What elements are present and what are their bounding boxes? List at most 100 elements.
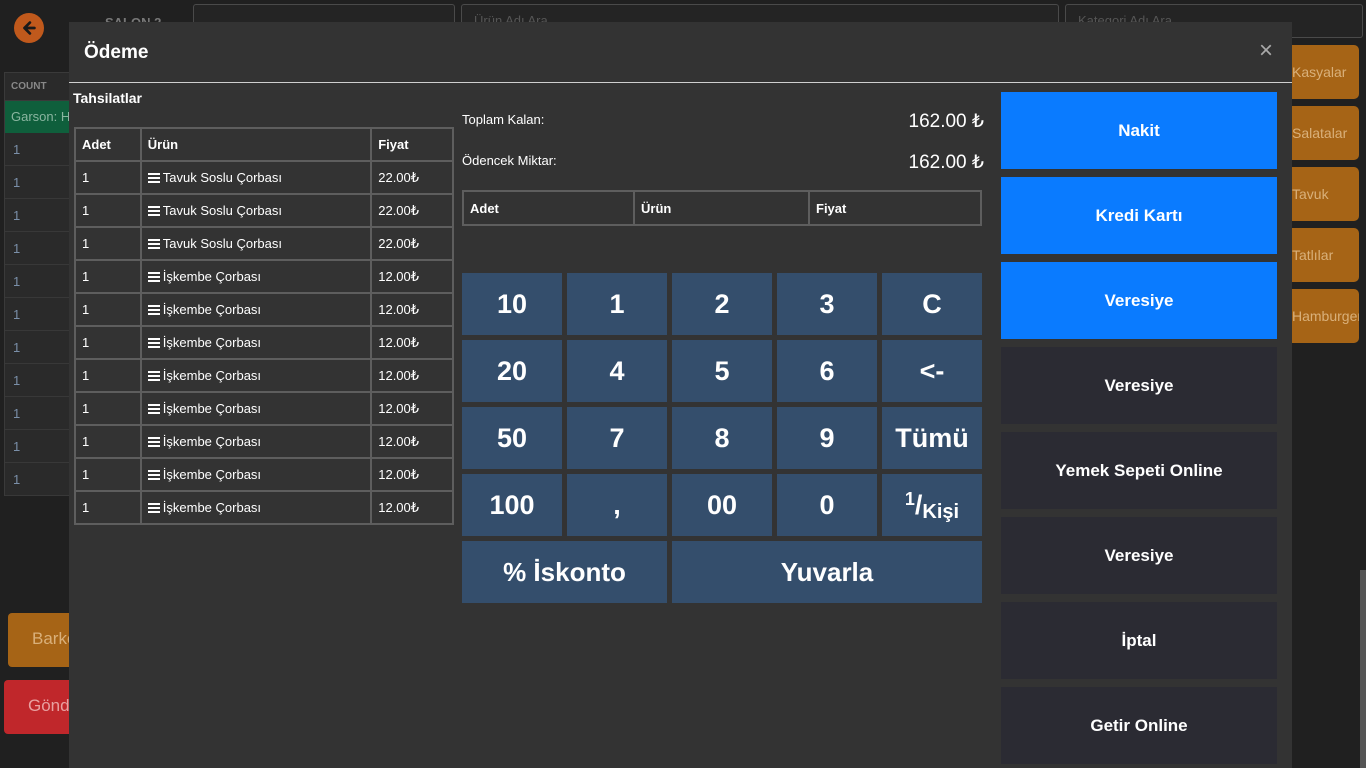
menu-lines-icon (147, 272, 160, 282)
item-product: İşkembe Çorbası (139, 391, 373, 426)
item-product: İşkembe Çorbası (139, 259, 373, 294)
key-4[interactable]: 4 (567, 340, 667, 402)
key-9[interactable]: 9 (777, 407, 877, 469)
item-name: Tavuk Soslu Çorbası (162, 170, 283, 185)
key-00[interactable]: 00 (672, 474, 772, 536)
item-quantity: 1 (74, 292, 142, 327)
backspace-key[interactable]: <- (882, 340, 982, 402)
item-quantity: 1 (74, 160, 142, 195)
table-row[interactable]: 1 Tavuk Soslu Çorbası 22.00₺ (74, 226, 454, 261)
key-2[interactable]: 2 (672, 273, 772, 335)
table-row[interactable]: 1 İşkembe Çorbası 12.00₺ (74, 490, 454, 525)
scrollbar[interactable] (1360, 570, 1366, 768)
arrow-left-icon (23, 21, 36, 35)
item-name: İşkembe Çorbası (162, 269, 262, 284)
item-price: 12.00₺ (370, 424, 454, 459)
item-product: Tavuk Soslu Çorbası (139, 193, 373, 228)
payment-method-button[interactable]: Yemek Sepeti Online (1001, 432, 1277, 509)
clear-key[interactable]: C (882, 273, 982, 335)
count-row: 1 (5, 166, 69, 199)
send-button[interactable]: Gönder (4, 680, 74, 734)
table-row[interactable]: 1 İşkembe Çorbası 12.00₺ (74, 457, 454, 492)
per-person-slash: / (914, 489, 923, 520)
item-price: 12.00₺ (370, 292, 454, 327)
key-7[interactable]: 7 (567, 407, 667, 469)
back-button[interactable] (14, 13, 44, 43)
payment-method-button[interactable]: Veresiye (1001, 347, 1277, 424)
items-table: Adet Ürün Fiyat 1 Tavuk Soslu Çorbası 22.0… (74, 127, 454, 525)
item-name: İşkembe Çorbası (162, 401, 262, 416)
key-3[interactable]: 3 (777, 273, 877, 335)
item-price: 22.00₺ (370, 226, 454, 261)
count-row: 1 (5, 199, 69, 232)
count-header: COUNT (5, 73, 69, 101)
count-row: 1 (5, 298, 69, 331)
item-price: 22.00₺ (370, 160, 454, 195)
item-price: 12.00₺ (370, 259, 454, 294)
all-key[interactable]: Tümü (882, 407, 982, 469)
table-row[interactable]: 1 İşkembe Çorbası 12.00₺ (74, 358, 454, 393)
close-icon[interactable]: × (1259, 39, 1277, 63)
menu-lines-icon (147, 173, 160, 183)
table-row[interactable]: 1 İşkembe Çorbası 12.00₺ (74, 391, 454, 426)
key-5[interactable]: 5 (672, 340, 772, 402)
item-name: İşkembe Çorbası (162, 467, 262, 482)
item-quantity: 1 (74, 226, 142, 261)
column-header: Ürün (139, 127, 373, 162)
remaining-label: Toplam Kalan: (462, 112, 545, 127)
payment-method-button[interactable]: Veresiye (1001, 517, 1277, 594)
item-quantity: 1 (74, 457, 142, 492)
menu-lines-icon (147, 470, 160, 480)
item-price: 22.00₺ (370, 193, 454, 228)
item-product: İşkembe Çorbası (139, 424, 373, 459)
table-row[interactable]: 1 İşkembe Çorbası 12.00₺ (74, 259, 454, 294)
barcode-button[interactable]: Barkod (8, 613, 78, 667)
key-100[interactable]: 100 (462, 474, 562, 536)
table-row[interactable]: 1 İşkembe Çorbası 12.00₺ (74, 325, 454, 360)
payment-method-button[interactable]: Kredi Kartı (1001, 177, 1277, 254)
item-name: Tavuk Soslu Çorbası (162, 203, 283, 218)
order-count-panel: COUNT Garson: H 11111111111 (4, 72, 70, 496)
table-row[interactable]: 1 İşkembe Çorbası 12.00₺ (74, 424, 454, 459)
item-quantity: 1 (74, 424, 142, 459)
payment-method-button[interactable]: Getir Online (1001, 687, 1277, 764)
item-price: 12.00₺ (370, 490, 454, 525)
key-8[interactable]: 8 (672, 407, 772, 469)
payment-method-button[interactable]: İptal (1001, 602, 1277, 679)
key-20[interactable]: 20 (462, 340, 562, 402)
table-row[interactable]: 1 İşkembe Çorbası 12.00₺ (74, 292, 454, 327)
key-6[interactable]: 6 (777, 340, 877, 402)
discount-key[interactable]: % İskonto (462, 541, 667, 603)
to-pay-value: 162.00 ₺ (908, 152, 984, 173)
key-10[interactable]: 10 (462, 273, 562, 335)
to-pay-label: Ödencek Miktar: (462, 153, 557, 168)
paid-items-table: Adet Ürün Fiyat (462, 190, 982, 226)
table-row[interactable]: 1 Tavuk Soslu Çorbası 22.00₺ (74, 160, 454, 195)
item-product: İşkembe Çorbası (139, 292, 373, 327)
item-product: İşkembe Çorbası (139, 457, 373, 492)
table-row[interactable]: 1 Tavuk Soslu Çorbası 22.00₺ (74, 193, 454, 228)
menu-lines-icon (147, 437, 160, 447)
count-row: 1 (5, 463, 69, 496)
count-row: 1 (5, 133, 69, 166)
item-product: İşkembe Çorbası (139, 358, 373, 393)
item-quantity: 1 (74, 325, 142, 360)
collections-title: Tahsilatlar (73, 90, 142, 106)
per-person-key[interactable]: 1/Kişi (882, 474, 982, 536)
item-name: İşkembe Çorbası (162, 434, 262, 449)
item-quantity: 1 (74, 358, 142, 393)
round-key[interactable]: Yuvarla (672, 541, 982, 603)
comma-key[interactable]: , (567, 474, 667, 536)
key-1[interactable]: 1 (567, 273, 667, 335)
key-0[interactable]: 0 (777, 474, 877, 536)
item-price: 12.00₺ (370, 358, 454, 393)
payment-method-button[interactable]: Veresiye (1001, 262, 1277, 339)
per-person-numerator: 1 (904, 488, 915, 509)
column-header: Fiyat (370, 127, 454, 162)
item-price: 12.00₺ (370, 391, 454, 426)
key-50[interactable]: 50 (462, 407, 562, 469)
menu-lines-icon (147, 371, 160, 381)
menu-lines-icon (147, 404, 160, 414)
column-header: Adet (74, 127, 142, 162)
payment-method-button[interactable]: Nakit (1001, 92, 1277, 169)
